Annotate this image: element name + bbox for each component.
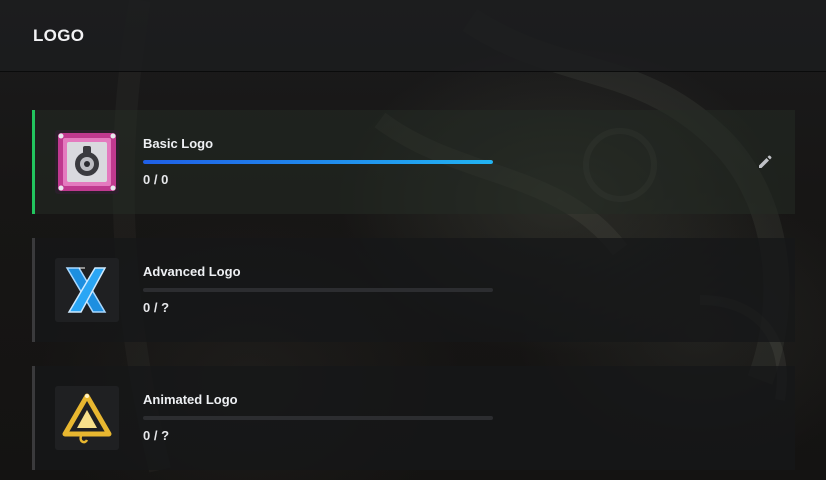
logo-card-title: Basic Logo <box>143 136 214 151</box>
progress-bar <box>143 288 493 292</box>
gold-triangle-logo-icon <box>55 386 119 450</box>
progress-bar <box>143 416 493 420</box>
logo-card-info: Advanced Logo 0 / ? <box>143 264 495 316</box>
pink-lock-logo-icon <box>55 130 119 194</box>
logo-card-info: Basic Logo 0 / 0 <box>143 136 495 188</box>
logo-card-count: 0 / ? <box>143 300 170 315</box>
logo-card-count: 0 / ? <box>143 428 170 443</box>
logo-card-basic[interactable]: Basic Logo 0 / 0 <box>32 110 795 214</box>
logo-card-info: Animated Logo 0 / ? <box>143 392 495 444</box>
panel-title: LOGO <box>33 26 85 45</box>
logo-card-count: 0 / 0 <box>143 172 169 187</box>
logo-panel: LOGO Basic Logo 0 / 0 Advanced Logo 0 / … <box>0 0 826 480</box>
logo-list: Basic Logo 0 / 0 Advanced Logo 0 / ? Ani… <box>32 110 795 480</box>
progress-fill <box>143 160 493 164</box>
logo-card-title: Advanced Logo <box>143 264 241 279</box>
edit-button[interactable] <box>755 152 775 172</box>
logo-card-title: Animated Logo <box>143 392 238 407</box>
panel-header: LOGO <box>0 0 826 72</box>
progress-bar <box>143 160 493 164</box>
pencil-icon <box>759 155 772 168</box>
logo-card-animated[interactable]: Animated Logo 0 / ? <box>32 366 795 470</box>
blue-x-logo-icon <box>55 258 119 322</box>
logo-card-advanced[interactable]: Advanced Logo 0 / ? <box>32 238 795 342</box>
